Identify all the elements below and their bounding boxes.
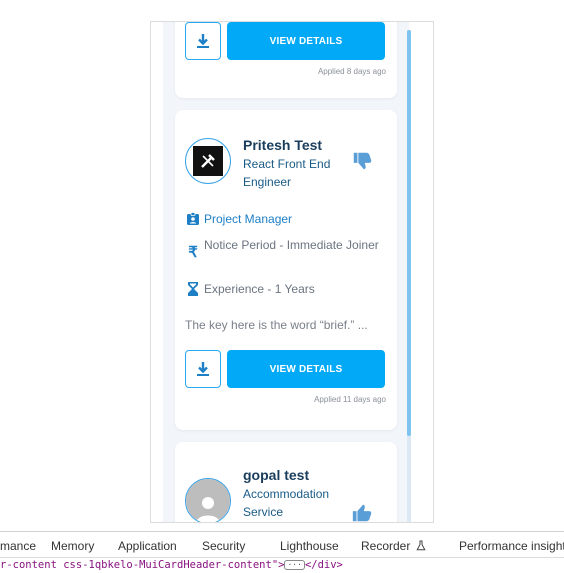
view-details-button[interactable]: VIEW DETAILS: [227, 350, 385, 388]
experience-text: Experience - 1 Years: [204, 282, 315, 296]
tab-security[interactable]: Security: [202, 539, 245, 553]
candidate-description: The key here is the word “brief.” ...: [185, 318, 368, 332]
download-resume-button[interactable]: [185, 350, 221, 388]
download-resume-button[interactable]: [185, 22, 221, 60]
view-details-button[interactable]: VIEW DETAILS: [227, 22, 385, 60]
dom-code-line[interactable]: r-content css-1qbkelo-MuiCardHeader-cont…: [0, 559, 343, 571]
tab-lighthouse[interactable]: Lighthouse: [280, 539, 339, 553]
candidate-role: React Front End Engineer: [243, 157, 331, 189]
hourglass-icon: [185, 280, 201, 298]
applied-date: Applied 8 days ago: [317, 67, 386, 76]
tab-application[interactable]: Application: [118, 539, 177, 553]
download-icon: [197, 362, 209, 376]
applied-date: Applied 11 days ago: [314, 395, 386, 404]
code-prefix: r-content css-1qbkelo-MuiCardHeader-cont…: [0, 559, 285, 571]
candidate-name: gopal test: [243, 467, 310, 483]
position-row: Project Manager: [185, 210, 385, 228]
candidate-role: Accommodation Service: [243, 487, 330, 519]
scrollbar-thumb[interactable]: [407, 30, 411, 436]
avatar: [185, 478, 231, 522]
thumbs-up-icon[interactable]: [351, 502, 373, 523]
mobile-viewport: VIEW DETAILS Applied 8 days ago Pritesh …: [150, 21, 434, 523]
candidate-name: Pritesh Test: [243, 137, 323, 153]
tab-recorder[interactable]: Recorder: [361, 539, 426, 553]
rupee-icon: ₹: [188, 244, 198, 261]
code-suffix: </div>: [304, 559, 343, 571]
candidate-card: gopal test Accommodation Service: [175, 442, 397, 523]
flask-icon: [416, 540, 426, 551]
candidate-card: VIEW DETAILS Applied 8 days ago: [175, 22, 397, 98]
position-text: Project Manager: [204, 212, 293, 226]
tab-performance-insights[interactable]: Performance insights: [459, 539, 564, 553]
tab-performance[interactable]: mance: [0, 539, 36, 553]
person-icon: [196, 497, 220, 522]
avatar: [185, 138, 231, 184]
tools-icon: [201, 154, 215, 168]
notice-text: Notice Period - Immediate Joiner: [204, 238, 379, 252]
ellipsis-icon[interactable]: ···: [284, 560, 305, 570]
candidate-card: Pritesh Test React Front End Engineer Pr…: [175, 110, 397, 430]
download-icon: [197, 34, 209, 48]
thumbs-down-icon[interactable]: [351, 150, 373, 172]
devtools-panel: mance Memory Application Security Lighth…: [0, 531, 564, 573]
notice-row: ₹ Notice Period - Immediate Joiner: [185, 236, 385, 262]
devtools-tabbar: mance Memory Application Security Lighth…: [0, 532, 564, 558]
badge-icon: [185, 210, 201, 228]
tab-memory[interactable]: Memory: [51, 539, 94, 553]
experience-row: Experience - 1 Years: [185, 280, 385, 298]
tab-recorder-label: Recorder: [361, 539, 411, 553]
